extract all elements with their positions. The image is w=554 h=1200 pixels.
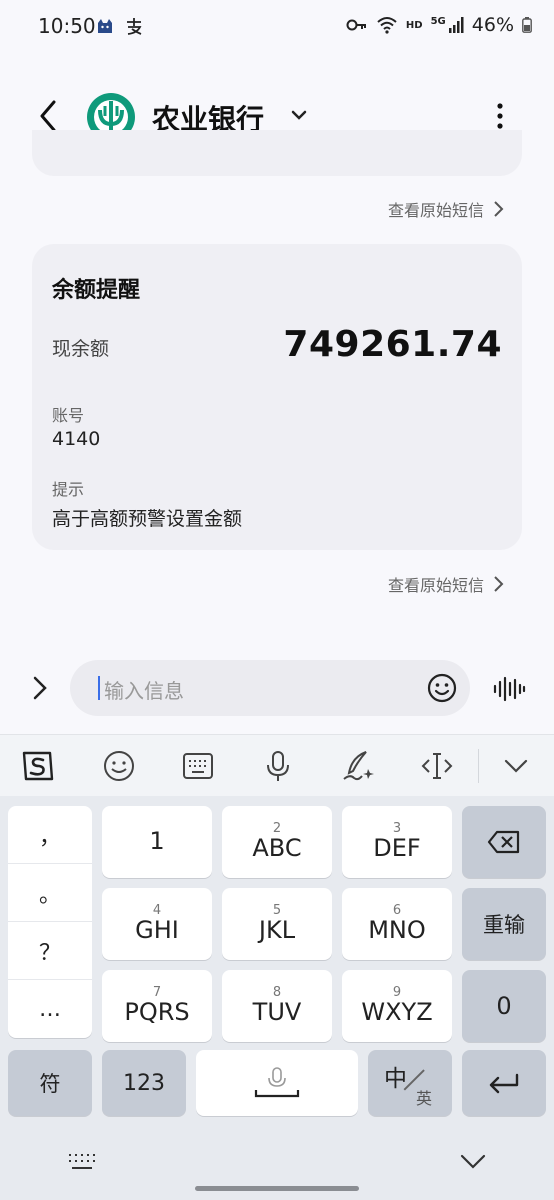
key-letters: MNO (368, 916, 426, 944)
cursor-move-icon[interactable] (419, 749, 455, 783)
key-letters: TUV (252, 998, 302, 1026)
key-icon (346, 19, 366, 31)
keyboard-toolbar (0, 734, 554, 796)
language-switch-key[interactable]: 中 英 (368, 1050, 452, 1116)
chevron-down-icon[interactable] (288, 104, 310, 126)
reenter-key[interactable]: 重输 (462, 888, 546, 960)
text-caret (98, 676, 100, 700)
signal-icon (448, 17, 464, 33)
view-original-label: 查看原始短信 (388, 576, 485, 595)
status-system-icons: HD 5G 46% (346, 14, 532, 36)
chevron-right-icon (494, 576, 504, 592)
emoji-icon[interactable] (426, 672, 458, 704)
punct-key-comma[interactable]: ， (8, 806, 92, 864)
key-letters: 1 (149, 827, 165, 855)
t9-keyboard: ， 。 ？ … 1 2 ABC 3 DEF 4 GHI 5 JKL 6 MNO … (0, 796, 554, 1200)
reenter-label: 重输 (483, 913, 525, 937)
status-notification-icons (96, 16, 144, 36)
keyboard-switch-icon[interactable] (66, 1152, 98, 1172)
key-7-pqrs[interactable]: 7 PQRS (102, 970, 212, 1042)
message-input-placeholder: 输入信息 (104, 679, 184, 703)
lang-alt-label: 英 (416, 1089, 433, 1108)
view-original-label: 查看原始短信 (388, 201, 485, 220)
more-options-icon[interactable] (490, 100, 510, 132)
tip-value: 高于高额预警设置金额 (52, 508, 243, 530)
key-1[interactable]: 1 (102, 806, 212, 878)
key-letters: WXYZ (361, 998, 433, 1026)
battery-icon (522, 17, 532, 33)
key-zero-label: 0 (496, 992, 512, 1020)
view-original-sms-link[interactable]: 查看原始短信 (388, 197, 504, 221)
cat-app-icon (98, 19, 112, 33)
voice-wave-icon[interactable] (492, 672, 526, 706)
hide-keyboard-chevron-icon[interactable] (458, 1150, 488, 1172)
expand-chevron-icon[interactable] (28, 672, 52, 704)
backspace-icon (487, 830, 520, 854)
space-mic-icon (254, 1067, 300, 1098)
key-4-ghi[interactable]: 4 GHI (102, 888, 212, 960)
punctuation-column[interactable]: ， 。 ？ … (8, 806, 92, 1038)
key-letters: GHI (135, 916, 179, 944)
key-letters: PQRS (124, 998, 190, 1026)
key-2-abc[interactable]: 2 ABC (222, 806, 332, 878)
number-mode-key[interactable]: 123 (102, 1050, 186, 1116)
space-key[interactable] (196, 1050, 358, 1116)
previous-message-card (32, 130, 522, 176)
card-title: 余额提醒 (52, 278, 141, 303)
key-8-tuv[interactable]: 8 TUV (222, 970, 332, 1042)
language-switch-glyph: 中 英 (380, 1057, 440, 1109)
key-0[interactable]: 0 (462, 970, 546, 1042)
key-6-mno[interactable]: 6 MNO (342, 888, 452, 960)
alipay-icon (127, 18, 142, 35)
chevron-right-icon (494, 201, 504, 217)
sogou-logo-icon[interactable] (20, 749, 56, 783)
enter-icon (489, 1073, 519, 1094)
punct-key-question[interactable]: ？ (8, 922, 92, 980)
symbols-label: 符 (39, 1072, 61, 1096)
balance-alert-card: 余额提醒 现余额 749261.74 账号 4140 提示 高于高额预警设置金额 (32, 244, 522, 550)
view-original-sms-link[interactable]: 查看原始短信 (388, 572, 504, 596)
status-time: 10:50 (38, 14, 96, 38)
wifi-icon (377, 17, 397, 34)
punct-key-ellipsis[interactable]: … (8, 980, 92, 1038)
enter-key[interactable] (462, 1050, 546, 1116)
account-value: 4140 (52, 428, 101, 450)
battery-percent: 46% (471, 14, 514, 36)
handwriting-icon[interactable] (340, 749, 376, 783)
collapse-keyboard-icon[interactable] (498, 749, 534, 783)
message-input[interactable]: 输入信息 (70, 660, 470, 716)
tip-label: 提示 (52, 480, 85, 499)
number-mode-label: 123 (123, 1070, 165, 1096)
emoji-face-icon[interactable] (101, 749, 137, 783)
backspace-key[interactable] (462, 806, 546, 878)
symbols-key[interactable]: 符 (8, 1050, 92, 1116)
key-letters: JKL (258, 916, 296, 944)
balance-value: 749261.74 (283, 324, 502, 365)
keyboard-layout-icon[interactable] (180, 749, 216, 783)
balance-label: 现余额 (52, 338, 110, 360)
key-letters: DEF (373, 834, 421, 862)
key-5-jkl[interactable]: 5 JKL (222, 888, 332, 960)
home-indicator-bar[interactable] (195, 1186, 359, 1191)
key-letters: ABC (252, 834, 302, 862)
punct-key-period[interactable]: 。 (8, 864, 92, 922)
toolbar-divider (478, 749, 479, 783)
key-3-def[interactable]: 3 DEF (342, 806, 452, 878)
account-label: 账号 (52, 406, 85, 425)
hd-indicator: HD (405, 19, 423, 31)
network-5g-indicator: 5G (430, 15, 446, 27)
microphone-icon[interactable] (260, 749, 296, 783)
key-9-wxyz[interactable]: 9 WXYZ (342, 970, 452, 1042)
